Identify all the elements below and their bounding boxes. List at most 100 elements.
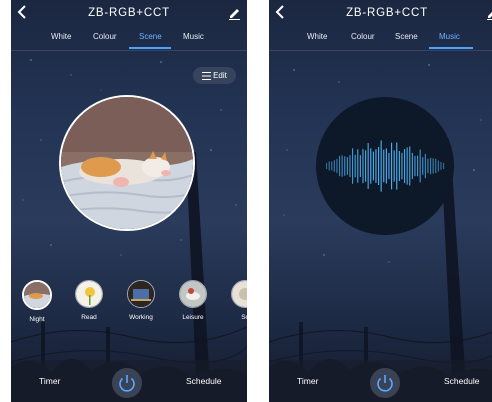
wave-bar [357,149,359,183]
wave-bar [385,148,387,184]
bottom-bar: Timer Schedule [11,360,247,402]
wave-bar [349,155,351,177]
read-thumbnail [75,280,103,308]
wave-bar [370,148,372,184]
wave-bar [352,148,354,184]
music-visualizer [316,97,454,235]
wave-bar [417,155,419,177]
tab-music[interactable]: Music [439,32,460,41]
timer-button[interactable]: Timer [297,376,318,386]
wave-bar [383,149,385,183]
scene-item-working[interactable]: Working [121,280,161,321]
wave-bar [401,152,403,180]
wave-bar [432,158,434,174]
scene-item-read[interactable]: Read [69,280,109,321]
wave-bar [362,148,364,184]
wave-bar [419,149,421,183]
list-icon [202,71,212,80]
wave-bar [365,150,367,182]
wave-bar [393,150,395,182]
wave-bar [404,149,406,184]
active-tab-indicator [429,47,473,49]
power-button[interactable] [370,368,400,398]
scene-carousel: Night Read Working Leisure Sc [11,280,247,330]
wave-bar [391,142,393,190]
tabs-divider [11,50,247,51]
active-tab-indicator [129,47,171,49]
timer-button[interactable]: Timer [39,376,60,386]
wave-bar [375,149,377,183]
wave-bar [424,153,426,179]
scene-screen: ZB-RGB+CCT White Colour Scene Music Edit [11,0,247,402]
wave-bar [328,161,330,171]
pencil-icon[interactable] [227,6,241,20]
scene-label-read: Read [81,314,97,321]
wave-bar [388,152,390,180]
tab-white[interactable]: White [51,32,71,41]
power-icon [119,375,135,392]
sleeping-cat-image [61,97,193,229]
schedule-button[interactable]: Schedule [186,376,221,386]
wave-bar [339,155,341,177]
wave-bar [367,143,369,189]
wave-bar [435,158,437,174]
wave-bar [380,140,382,192]
scene-item-leisure[interactable]: Leisure [173,280,213,321]
mode-tabs: White Colour Scene Music [11,32,247,50]
scene-label-working: Working [129,314,153,321]
mode-tabs: White Colour Scene Music [269,32,492,50]
device-title: ZB-RGB+CCT [88,7,170,19]
bottom-bar: Timer Schedule [269,360,492,402]
wave-bar [359,155,361,177]
power-icon [377,375,393,392]
tab-scene[interactable]: Scene [139,32,162,41]
wave-bar [333,160,335,172]
edit-label: Edit [213,71,227,80]
wave-bar [378,147,380,185]
tab-music[interactable]: Music [183,32,204,41]
power-button[interactable] [112,368,142,398]
tab-colour[interactable]: Colour [93,32,117,41]
schedule-button[interactable]: Schedule [444,376,479,386]
scene-label-leisure: Leisure [182,314,204,321]
wave-bar [341,155,343,177]
wave-bar [422,157,424,175]
scene-label-night: Night [29,316,45,323]
scene-preview-image [59,95,195,231]
tab-colour[interactable]: Colour [351,32,375,41]
wave-bar [331,161,333,171]
wave-bar [346,157,348,175]
top-bar: ZB-RGB+CCT [11,0,247,30]
wave-bar [354,154,356,178]
wave-bar [406,147,408,185]
wave-bar [344,156,346,176]
wave-bar [443,163,445,169]
wave-bar [326,163,328,169]
tab-white[interactable]: White [307,32,327,41]
working-thumbnail [127,280,155,308]
wave-bar [414,155,416,177]
tabs-divider [269,50,492,51]
night-thumbnail [22,280,52,310]
wave-bar [396,142,398,190]
wave-bar [372,151,374,181]
leisure-thumbnail [179,280,207,308]
wave-bar [411,152,413,179]
wave-bar [409,146,411,186]
scene-item-night[interactable]: Night [17,280,57,323]
wave-bar [437,160,439,172]
partial-scene-thumbnail [231,280,247,308]
edit-button[interactable]: Edit [193,67,236,84]
wave-bar [430,157,432,175]
wave-bar [336,158,338,174]
top-bar: ZB-RGB+CCT [269,0,492,30]
scene-label-partial: Sc [241,314,247,321]
device-title: ZB-RGB+CCT [346,7,428,19]
pencil-icon[interactable] [485,6,492,20]
wave-bar [427,158,429,174]
wave-bar [440,162,442,170]
scene-item-partial[interactable]: Sc [225,280,247,321]
music-screen: ZB-RGB+CCT White Colour Scene Music Time… [269,0,492,402]
wave-bar [398,151,400,181]
tab-scene[interactable]: Scene [395,32,418,41]
